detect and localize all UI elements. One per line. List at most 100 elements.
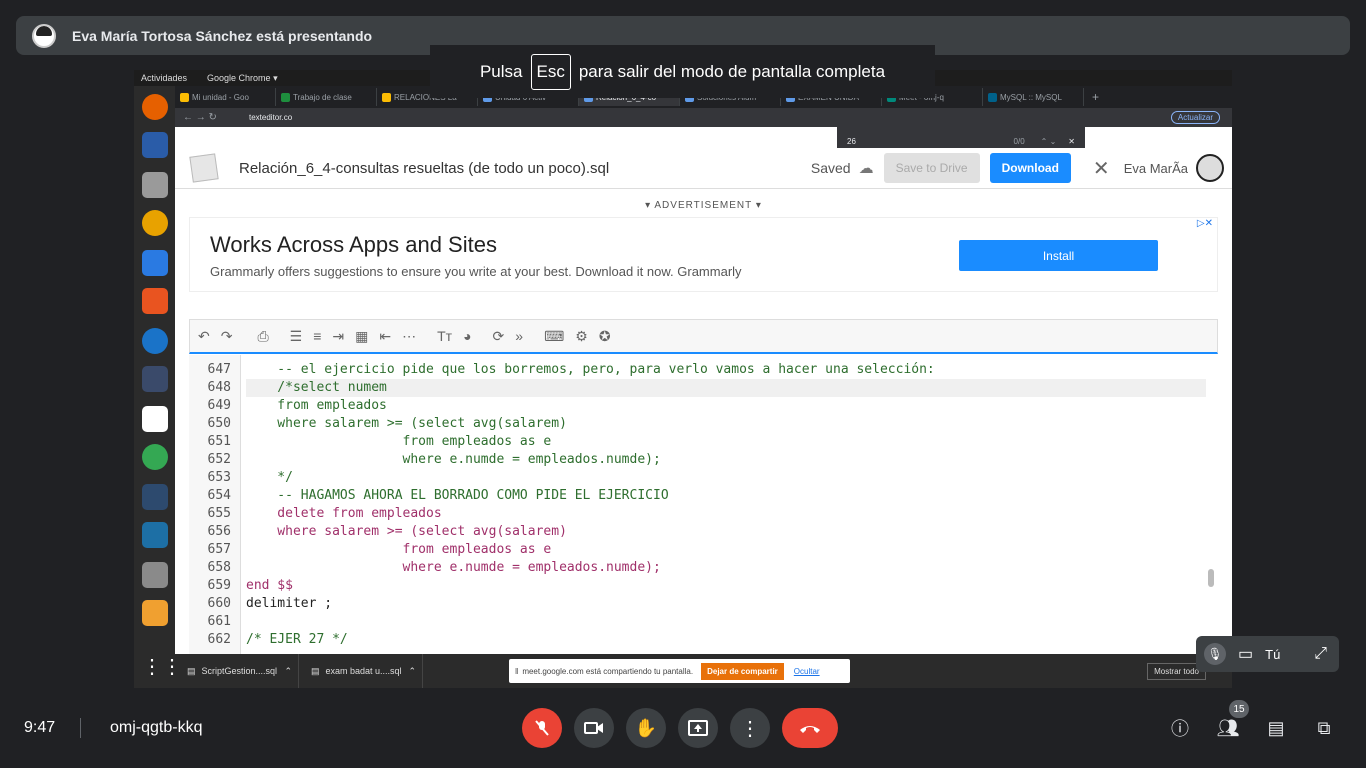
redo-icon[interactable]: ↷ (221, 328, 233, 345)
help-icon[interactable] (142, 328, 168, 354)
settings-icon[interactable]: ⚙ (575, 328, 588, 345)
app-menu-label[interactable]: Google Chrome ▾ (207, 73, 278, 84)
search-tool-icon[interactable] (142, 562, 168, 588)
chat-icon[interactable]: ▤ (1264, 716, 1288, 740)
mysql-workbench-icon[interactable] (142, 484, 168, 510)
update-button[interactable]: Actualizar (1170, 111, 1220, 124)
code-line[interactable]: from empleados (246, 397, 387, 415)
chrome-icon[interactable] (142, 444, 168, 470)
user-avatar[interactable] (1196, 154, 1224, 182)
code-editor-icon[interactable] (142, 366, 168, 392)
expand-icon[interactable]: ⤢ (1314, 645, 1327, 663)
download-button[interactable]: Download (989, 153, 1071, 183)
wrap-icon[interactable]: ≡ (313, 328, 321, 344)
self-view-tile[interactable]: 🎙︎ ▭ Tú ⤢ (1196, 636, 1339, 672)
code-line[interactable]: delimiter ; (246, 595, 332, 613)
line-number: 648 (207, 380, 231, 395)
new-tab-button[interactable]: + (1092, 90, 1099, 104)
raise-hand-button[interactable]: ✋ (626, 708, 666, 748)
stop-sharing-button[interactable]: Dejar de compartir (701, 662, 784, 680)
meeting-code[interactable]: omj-qgtb-kkq (110, 719, 202, 737)
people-icon[interactable]: 👥︎ (1216, 716, 1240, 740)
ad-headline[interactable]: Works Across Apps and Sites (210, 232, 497, 258)
camera-button[interactable] (574, 708, 614, 748)
nav-arrows-icon[interactable]: ← → ↻ (183, 112, 217, 123)
line-number: 662 (207, 632, 231, 647)
indent-icon[interactable]: ⇥ (332, 328, 344, 345)
activities-label[interactable]: Actividades (141, 73, 187, 83)
code-line[interactable]: where salarem >= (select avg(salarem) (246, 415, 567, 433)
star-icon[interactable]: ✪ (599, 328, 611, 345)
code-line[interactable]: end $$ (246, 577, 293, 595)
more-icon[interactable]: ⋯ (402, 328, 416, 345)
meeting-time: 9:47 (24, 719, 56, 736)
address-bar[interactable]: ← → ↻ texteditor.co Actualizar (175, 108, 1232, 127)
font-size-icon[interactable]: Tт (437, 328, 452, 344)
writer-icon[interactable] (142, 250, 168, 276)
code-line[interactable]: */ (246, 469, 293, 487)
code-line[interactable]: from empleados as e (246, 541, 552, 559)
palette-icon[interactable]: ◕ (463, 328, 471, 344)
more-vert-icon: ⋮ (740, 717, 760, 740)
tab-icon[interactable]: ⇤ (379, 328, 391, 345)
ad-install-button[interactable]: Install (959, 240, 1158, 271)
camera-icon[interactable]: ▭ (1238, 644, 1253, 664)
meeting-info-icon[interactable]: ⓘ (1168, 716, 1192, 740)
grid-icon[interactable]: ▦ (355, 328, 368, 345)
ad-banner[interactable]: Works Across Apps and Sites Grammarly of… (189, 217, 1218, 292)
download-item[interactable]: ▤ ScriptGestion....sql ⌃ (175, 654, 299, 688)
esc-key: Esc (530, 53, 571, 90)
download-item[interactable]: ▤ exam badat u....sql ⌃ (299, 654, 423, 688)
find-nav-icon[interactable]: ⌃ ⌄ (1041, 137, 1057, 146)
file-name[interactable]: Relación_6_4-consultas resueltas (de tod… (239, 160, 609, 177)
code-line[interactable]: delete from empleados (246, 505, 441, 523)
text-editor-icon[interactable] (142, 406, 168, 432)
present-icon (688, 720, 708, 736)
archive-app-icon[interactable] (142, 600, 168, 626)
mic-off-button[interactable] (522, 708, 562, 748)
tab[interactable]: Mi unidad - Goo (175, 88, 276, 106)
code-line-current[interactable]: /*select numem (246, 379, 1206, 397)
url-text[interactable]: texteditor.co (249, 113, 292, 122)
leave-call-button[interactable] (782, 708, 838, 748)
tab[interactable]: MySQL :: MySQL (983, 88, 1084, 106)
hide-notice-link[interactable]: Ocultar (794, 667, 820, 676)
more-options-button[interactable]: ⋮ (730, 708, 770, 748)
activities-icon[interactable]: ⧉ (1312, 716, 1336, 740)
present-button[interactable] (678, 708, 718, 748)
line-number: 655 (207, 506, 231, 521)
ad-subtext[interactable]: Grammarly offers suggestions to ensure y… (210, 264, 742, 279)
tab[interactable]: Trabajo de clase (276, 88, 377, 106)
user-name[interactable]: Eva MarÃa (1124, 161, 1188, 176)
files-icon[interactable] (142, 172, 168, 198)
close-find-icon[interactable]: ✕ (1068, 137, 1075, 146)
close-icon[interactable]: ✕ (1093, 156, 1110, 181)
save-to-drive-button[interactable]: Save to Drive (883, 153, 980, 183)
forward-icon[interactable]: » (515, 328, 523, 344)
code-line[interactable]: where salarem >= (select avg(salarem) (246, 523, 567, 541)
software-icon[interactable] (142, 288, 168, 314)
code-line[interactable]: -- HAGAMOS AHORA EL BORRADO COMO PIDE EL… (246, 487, 668, 505)
ad-choices-icon[interactable]: ▷✕ (1197, 218, 1213, 229)
code-line[interactable]: where e.numde = empleados.numde); (246, 451, 661, 469)
keyboard-icon[interactable]: ⌨ (544, 328, 564, 345)
find-input[interactable]: 26 (847, 137, 856, 146)
undo-icon[interactable]: ↶ (198, 328, 210, 345)
ubuntu-dock: ⋮⋮⋮ (134, 86, 202, 688)
list-icon[interactable]: ☰ (290, 328, 303, 345)
rhythmbox-icon[interactable] (142, 210, 168, 236)
search-replace-icon[interactable]: ⟳ (493, 328, 505, 345)
mic-off-icon[interactable]: 🎙︎ (1204, 643, 1226, 665)
code-line[interactable]: -- el ejercicio pide que los borremos, p… (246, 361, 934, 379)
code-line[interactable]: /* EJER 27 */ (246, 631, 348, 649)
thunderbird-icon[interactable] (142, 132, 168, 158)
editor-scrollbar[interactable] (1208, 569, 1214, 587)
firefox-icon[interactable] (142, 94, 168, 120)
print-icon[interactable]: ⎙ (257, 328, 268, 345)
code-line[interactable]: from empleados as e (246, 433, 552, 451)
system-monitor-icon[interactable] (142, 522, 168, 548)
line-number: 656 (207, 524, 231, 539)
code-editor[interactable]: 647 648 649 650 651 652 653 654 655 656 … (189, 355, 1218, 654)
code-line[interactable]: where e.numde = empleados.numde); (246, 559, 661, 577)
app-grid-icon[interactable]: ⋮⋮⋮ (142, 654, 202, 680)
